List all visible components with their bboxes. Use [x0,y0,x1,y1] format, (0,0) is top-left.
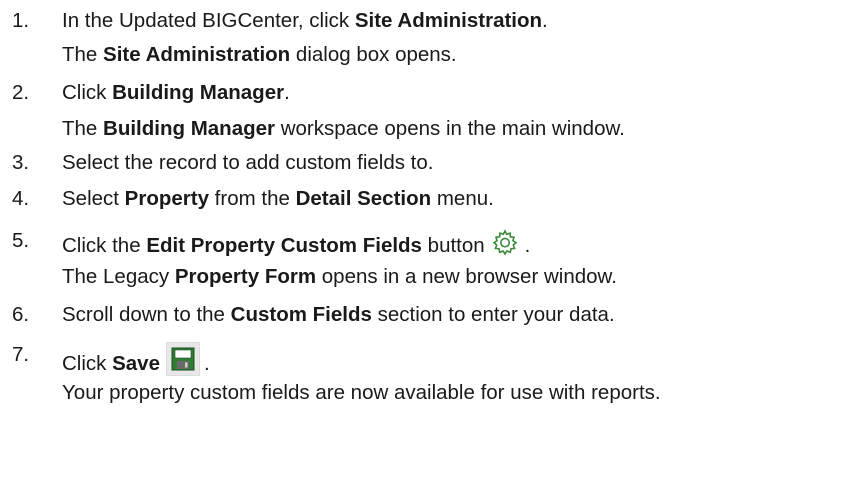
step-text: Click the Edit Property Custom Fields bu… [62,228,530,258]
step-number: 7. [12,343,30,366]
step-1-result: The Site Administration dialog box opens… [62,43,457,66]
step-text: Select Property from the Detail Section … [62,187,494,210]
step-text: Click Building Manager. [62,81,290,104]
ui-term: Edit Property Custom Fields [146,234,422,257]
step-text: Scroll down to the Custom Fields section… [62,303,615,326]
step-number: 5. [12,229,30,252]
ui-term: Property Form [174,265,317,288]
ui-term: Site Administration [103,43,291,66]
step-2-result: The Building Manager workspace opens in … [62,117,625,140]
ui-term: Building Manager [103,117,276,140]
ui-term: Building Manager [112,81,285,104]
step-7-result: Your property custom fields are now avai… [62,381,661,404]
step-text: Select the record to add custom fields t… [62,151,434,174]
instruction-steps: 1. In the Updated BIGCenter, click Site … [0,0,858,483]
step-number: 2. [12,81,30,104]
ui-term: Custom Fields [230,303,372,326]
step-number: 1. [12,9,30,32]
ui-term: Property [124,187,209,210]
step-number: 4. [12,187,30,210]
step-number: 6. [12,303,30,326]
gear-icon [491,228,519,256]
ui-term: Save [112,352,160,375]
step-text: In the Updated BIGCenter, click Site Adm… [62,9,548,32]
step-text: Click Save . [62,342,210,376]
ui-term: Detail Section [295,187,432,210]
step-5-result: The Legacy Property Form opens in a new … [62,265,617,288]
step-number: 3. [12,151,30,174]
ui-term: Site Administration [354,9,543,32]
save-icon [166,342,200,376]
